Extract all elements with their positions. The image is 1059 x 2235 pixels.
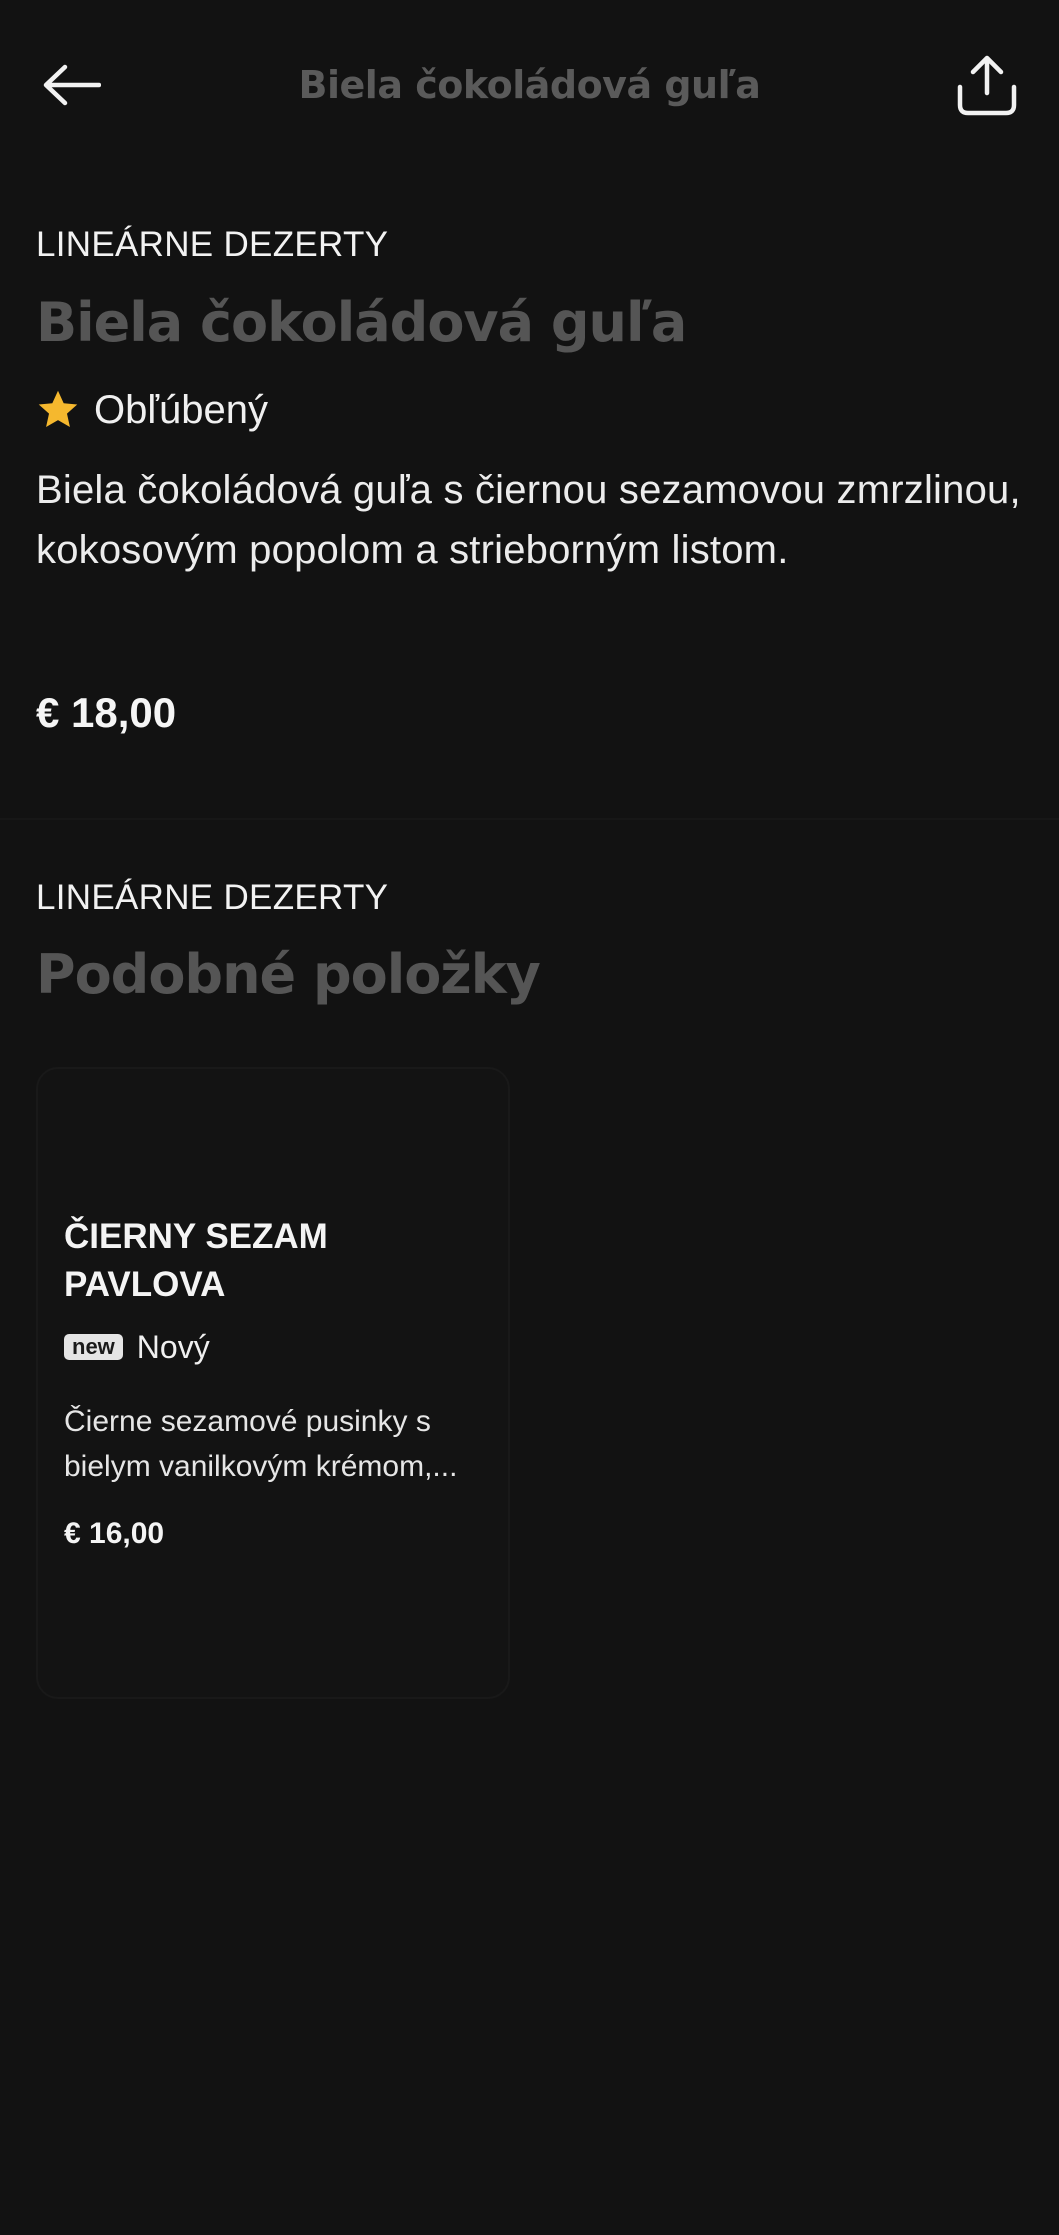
item-description: Biela čokoládová guľa s čiernou sezamovo… xyxy=(36,468,1021,572)
new-indicator: new Nový xyxy=(64,1325,210,1369)
top-bar: Biela čokoládová guľa xyxy=(0,0,1059,170)
item-detail-section: LINEÁRNE DEZERTY Biela čokoládová guľa O… xyxy=(0,170,1059,820)
star-icon xyxy=(38,390,78,428)
card-price: € 16,00 xyxy=(64,1517,165,1550)
new-label: Nový xyxy=(136,1328,210,1365)
favorite-indicator: Obľúbený xyxy=(36,380,268,440)
card-title: ČIERNY SEZAM PAVLOVA xyxy=(64,1217,328,1304)
item-price: € 18,00 xyxy=(36,689,177,736)
item-title: Biela čokoládová guľa xyxy=(36,291,687,354)
favorite-label: Obľúbený xyxy=(94,387,269,432)
back-button[interactable] xyxy=(36,50,106,120)
new-badge: new xyxy=(64,1334,123,1360)
card-description: Čierne sezamové pusinky s bielym vanilko… xyxy=(64,1405,458,1483)
similar-title: Podobné položky xyxy=(36,943,541,1006)
share-icon xyxy=(957,55,1017,116)
similar-item-card[interactable]: ČIERNY SEZAM PAVLOVA new Nový Čierne sez… xyxy=(36,1067,510,1699)
share-button[interactable] xyxy=(948,46,1026,124)
item-category: LINEÁRNE DEZERTY xyxy=(36,225,389,264)
arrow-left-icon xyxy=(43,64,101,106)
top-bar-title: Biela čokoládová guľa xyxy=(298,63,761,107)
similar-category: LINEÁRNE DEZERTY xyxy=(36,878,389,917)
